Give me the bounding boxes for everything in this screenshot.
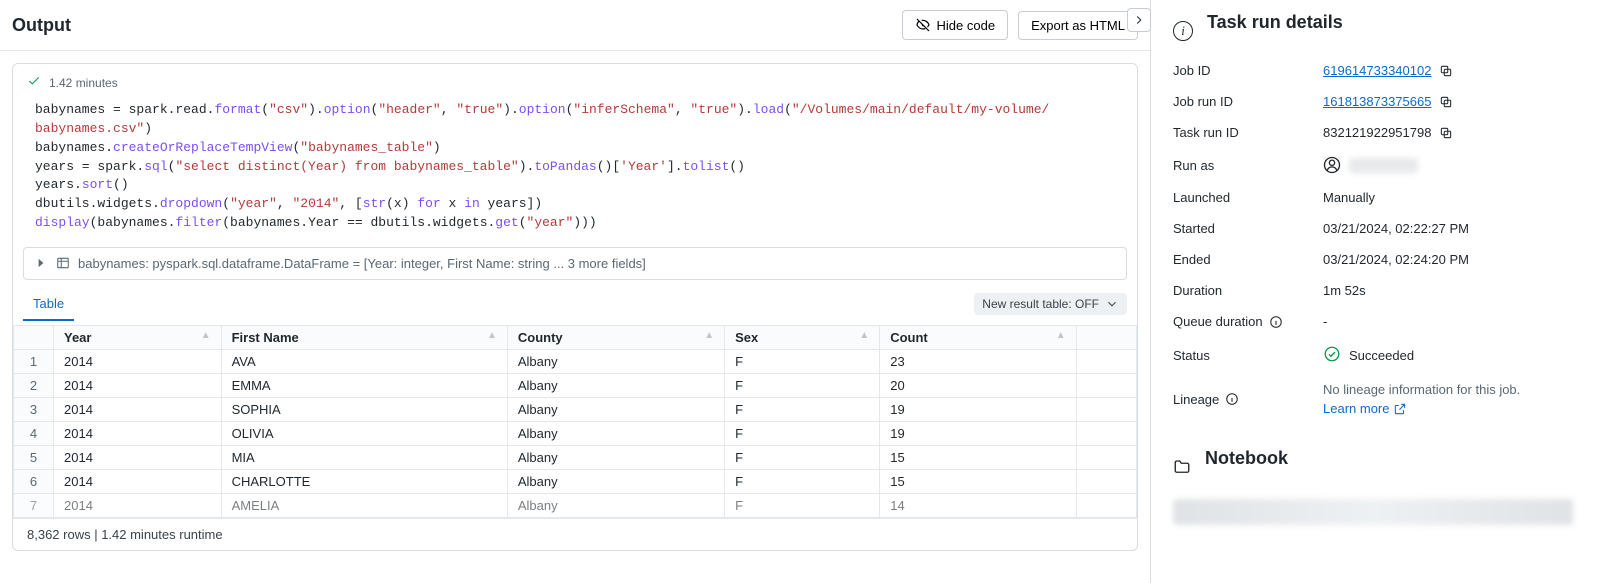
table-row[interactable]: 72014AMELIAAlbanyF14 [14, 493, 1137, 517]
ended-label: Ended [1173, 252, 1323, 267]
page-title: Output [12, 15, 71, 36]
info-icon: i [1173, 21, 1193, 41]
chevron-down-icon [1105, 297, 1119, 311]
result-table: Year▲First Name▲County▲Sex▲Count▲ 12014A… [13, 325, 1137, 518]
notebook-path-redacted [1173, 499, 1573, 525]
table-row[interactable]: 62014CHARLOTTEAlbanyF15 [14, 469, 1137, 493]
column-header[interactable]: Year▲ [54, 325, 222, 349]
copy-icon[interactable] [1439, 95, 1453, 109]
tab-table[interactable]: Table [23, 288, 74, 321]
started-label: Started [1173, 221, 1323, 236]
queue-duration-value: - [1323, 314, 1573, 329]
check-icon [27, 74, 41, 91]
ended-value: 03/21/2024, 02:24:20 PM [1323, 252, 1573, 267]
info-icon[interactable] [1225, 392, 1239, 406]
table-row[interactable]: 12014AVAAlbanyF23 [14, 349, 1137, 373]
eye-off-icon [915, 17, 931, 33]
column-header[interactable]: County▲ [507, 325, 724, 349]
task-run-id-label: Task run ID [1173, 125, 1323, 140]
notebook-title: Notebook [1205, 448, 1288, 469]
duration-value: 1m 52s [1323, 283, 1573, 298]
run-as-user: hidden-user [1349, 158, 1418, 173]
success-icon [1323, 345, 1341, 366]
status-value: Succeeded [1349, 348, 1414, 363]
duration-label: Duration [1173, 283, 1323, 298]
folder-icon [1173, 458, 1191, 476]
started-value: 03/21/2024, 02:22:27 PM [1323, 221, 1573, 236]
launched-label: Launched [1173, 190, 1323, 205]
column-header[interactable]: First Name▲ [221, 325, 507, 349]
cell-runtime: 1.42 minutes [49, 76, 118, 90]
column-header[interactable]: Sex▲ [725, 325, 880, 349]
result-table-toggle[interactable]: New result table: OFF [974, 293, 1127, 315]
table-row[interactable]: 42014OLIVIAAlbanyF19 [14, 421, 1137, 445]
copy-icon[interactable] [1439, 126, 1453, 140]
job-run-id-link[interactable]: 161813873375665 [1323, 94, 1431, 109]
hide-code-button[interactable]: Hide code [902, 10, 1009, 40]
export-html-label: Export as HTML [1031, 18, 1125, 33]
table-row[interactable]: 32014SOPHIAAlbanyF19 [14, 397, 1137, 421]
external-link-icon [1393, 402, 1407, 416]
job-id-label: Job ID [1173, 63, 1323, 78]
status-label: Status [1173, 348, 1323, 363]
schema-text: babynames: pyspark.sql.dataframe.DataFra… [78, 256, 646, 271]
lineage-text: No lineage information for this job. [1323, 382, 1520, 397]
schema-summary[interactable]: babynames: pyspark.sql.dataframe.DataFra… [23, 247, 1127, 280]
queue-duration-label: Queue duration [1173, 314, 1323, 329]
launched-value: Manually [1323, 190, 1573, 205]
side-title: Task run details [1207, 12, 1343, 33]
output-cell: 1.42 minutes babynames = spark.read.form… [12, 63, 1138, 551]
table-icon [56, 256, 70, 270]
run-as-label: Run as [1173, 158, 1323, 173]
info-icon[interactable] [1269, 315, 1283, 329]
lineage-learn-more[interactable]: Learn more [1323, 401, 1407, 416]
task-run-id-value: 832121922951798 [1323, 125, 1431, 140]
table-row[interactable]: 22014EMMAAlbanyF20 [14, 373, 1137, 397]
job-id-link[interactable]: 619614733340102 [1323, 63, 1431, 78]
caret-right-icon [34, 256, 48, 270]
rownum-header [14, 325, 54, 349]
chevron-right-icon [1132, 13, 1146, 27]
copy-icon[interactable] [1439, 64, 1453, 78]
lineage-label: Lineage [1173, 392, 1323, 407]
hide-code-label: Hide code [937, 18, 996, 33]
table-row[interactable]: 52014MIAAlbanyF15 [14, 445, 1137, 469]
result-table-toggle-label: New result table: OFF [982, 297, 1099, 311]
column-header[interactable]: Count▲ [880, 325, 1076, 349]
code-block: babynames = spark.read.format("csv").opt… [13, 97, 1137, 247]
job-run-id-label: Job run ID [1173, 94, 1323, 109]
table-footer: 8,362 rows | 1.42 minutes runtime [13, 518, 1137, 550]
collapse-side-button[interactable] [1127, 8, 1151, 32]
export-html-button[interactable]: Export as HTML [1018, 11, 1138, 40]
user-icon [1323, 156, 1341, 174]
